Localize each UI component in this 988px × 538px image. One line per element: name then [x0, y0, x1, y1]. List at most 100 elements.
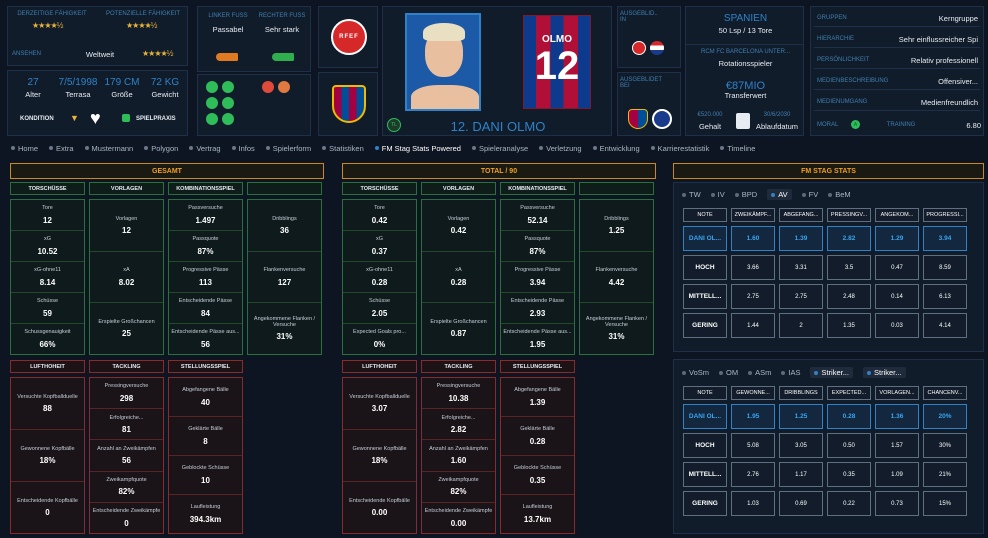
personality-value: Kerngruppe: [938, 14, 978, 23]
tab-dot-icon: [322, 146, 327, 150]
stag-tab-bem[interactable]: BeM: [828, 190, 851, 199]
tab-statistiken[interactable]: Statistiken: [322, 144, 364, 153]
table-cell: 20%: [923, 404, 967, 429]
tab-vertrag[interactable]: Vertrag: [189, 144, 221, 153]
stat-cell: Zweikampfquote 82%: [90, 472, 163, 503]
trait-icon-7[interactable]: [262, 81, 274, 93]
tab-spielerform[interactable]: Spielerform: [265, 144, 311, 153]
tab-extra[interactable]: Extra: [49, 144, 74, 153]
table-header-cell[interactable]: PRESSINGV...: [827, 208, 871, 222]
federation-panel: RFEF: [318, 6, 378, 68]
tab-dot-icon: [84, 146, 89, 150]
tab-entwicklung[interactable]: Entwicklung: [592, 144, 640, 153]
tab-karrierestatistik[interactable]: Karrierestatistik: [650, 144, 709, 153]
stat-cell: Entscheidende Zweikämpfe 0.00: [422, 503, 495, 533]
tab-infos[interactable]: Infos: [231, 144, 255, 153]
right-foot-label: Rechter Fuß: [258, 13, 306, 19]
stat-box: Passversuche 1.497 Passquote 87% Progressive…: [168, 199, 243, 355]
trait-icon-4[interactable]: [222, 97, 234, 109]
personality-value: Sehr einflussreicher Spi: [898, 35, 978, 44]
table-header-cell[interactable]: EXPECTED...: [827, 386, 871, 400]
tab-dot-icon: [144, 146, 149, 150]
stat-label: Passversuche: [520, 205, 555, 212]
stat-label: Gewonnene Kopfbälle: [352, 445, 407, 452]
stat-box: Vorlagen 12 xA 8.02 Erspielte Großchancen 25: [89, 199, 164, 355]
stat-cell: Tore 12: [11, 200, 84, 231]
stag-tab-asm[interactable]: ASm: [748, 368, 771, 377]
table-header-cell[interactable]: ANGEKOM...: [875, 208, 919, 222]
stag-tab-om[interactable]: OM: [719, 368, 738, 377]
table-header-cell[interactable]: PROGRESSI...: [923, 208, 967, 222]
stat-box: Tore 0.42 xG 0.37 xG-ohne11 0.28 Schüsse 2.05 Ex…: [342, 199, 417, 355]
trait-icon-5[interactable]: [206, 113, 218, 125]
table-header-cell[interactable]: CHANCENV...: [923, 386, 967, 400]
tab-timeline[interactable]: Timeline: [720, 144, 755, 153]
stat-label: Abgefangene Bälle: [514, 387, 561, 394]
trait-icon-1[interactable]: [206, 81, 218, 93]
stag-tab-label: TW: [689, 190, 701, 199]
table-header-row: NOTE GEWONNE... DRIBBLINGS EXPECTED... VORLA…: [683, 386, 967, 400]
stag-tab-fv[interactable]: FV: [801, 190, 818, 199]
stat-value: 0.35: [529, 475, 546, 485]
trait-icon-2[interactable]: [222, 81, 234, 93]
stag-tab-dot-icon: [710, 193, 715, 197]
tab-label: Mustermann: [91, 143, 134, 153]
stat-value: 0.28: [529, 436, 546, 446]
personality-label: Persönlichkeit: [817, 57, 870, 63]
left-foot-value: Passabel: [212, 25, 244, 34]
stat-label: Geblockte Schüsse: [513, 465, 562, 472]
stag-tab-iv[interactable]: IV: [710, 190, 725, 199]
tab-mustermann[interactable]: Mustermann: [84, 143, 134, 153]
stag-tab-tw[interactable]: TW: [682, 190, 701, 199]
tab-fm-stag-stats-powered[interactable]: FM Stag Stats Powered: [374, 144, 461, 153]
condition-chevron-icon: ▼: [70, 113, 79, 123]
tab-polygon[interactable]: Polygon: [144, 144, 178, 153]
table-header-cell[interactable]: ZWEIKÄMPF...: [731, 208, 775, 222]
stat-label: xG-ohne11: [366, 267, 393, 274]
stat-box: Abgefangene Bälle 1.39 Geklärte Bälle 0.28 G…: [500, 377, 575, 534]
stag-tab-bpd[interactable]: BPD: [734, 190, 757, 199]
stag-tab-striker[interactable]: Striker...: [810, 367, 853, 378]
trait-icon-8[interactable]: [278, 81, 290, 93]
height-label: Größe: [111, 90, 133, 99]
stag-tab-vosm[interactable]: VoSm: [682, 368, 709, 377]
trait-icon-6[interactable]: [222, 113, 234, 125]
tab-verletzung[interactable]: Verletzung: [539, 144, 582, 153]
subsection-head: TORSCHÜSSE: [10, 182, 85, 195]
table-cell: 1.39: [779, 226, 823, 251]
stat-label: xG: [375, 236, 384, 243]
reputation-stars: ★★★★½: [142, 49, 173, 58]
tab-spieleranalyse[interactable]: Spieleranalyse: [471, 144, 528, 153]
personality-value: Offensiver...: [938, 77, 978, 86]
table-header-cell[interactable]: ABGEFANG...: [779, 208, 823, 222]
table-cell: 0.03: [875, 313, 919, 338]
stat-label: Abgefangene Bälle: [182, 387, 229, 394]
tab-home[interactable]: Home: [11, 144, 38, 153]
club-flag-1: [628, 109, 648, 129]
table-header-cell[interactable]: DRIBBLINGS: [779, 386, 823, 400]
stat-label: Erfolgreiche...: [109, 414, 144, 421]
stat-value: 0.00: [371, 508, 388, 518]
table-row-label: GERING: [683, 491, 727, 516]
trait-icon-3[interactable]: [206, 97, 218, 109]
stag-tab-av[interactable]: AV: [767, 189, 792, 200]
subsection-head: VORLAGEN: [421, 182, 496, 195]
stag-tab-label: OM: [726, 368, 739, 377]
table-header-cell[interactable]: NOTE: [683, 386, 727, 400]
stat-value: 88: [43, 404, 52, 414]
stag-tab-striker[interactable]: Striker...: [862, 367, 906, 378]
table-header-cell[interactable]: VORLAGEN...: [875, 386, 919, 400]
stat-value: 8.02: [118, 277, 135, 287]
subsection-head: TACKLING: [421, 360, 496, 373]
table-cell: 30%: [923, 433, 967, 458]
club-flag-2: [652, 109, 672, 129]
weight-value: 72 KG: [150, 77, 180, 88]
stat-label: Angekommene Flanken / Versuche: [585, 315, 648, 329]
personality-label: Hierarchie: [817, 36, 855, 42]
stag-tab-ias[interactable]: IAS: [781, 368, 800, 377]
training-label: Training: [886, 122, 916, 128]
stag-tab-label: VoSm: [689, 368, 710, 377]
stat-cell: Entscheidende Kopfbälle 0.00: [343, 482, 416, 533]
table-header-cell[interactable]: GEWONNE...: [731, 386, 775, 400]
table-header-cell[interactable]: NOTE: [683, 208, 727, 222]
